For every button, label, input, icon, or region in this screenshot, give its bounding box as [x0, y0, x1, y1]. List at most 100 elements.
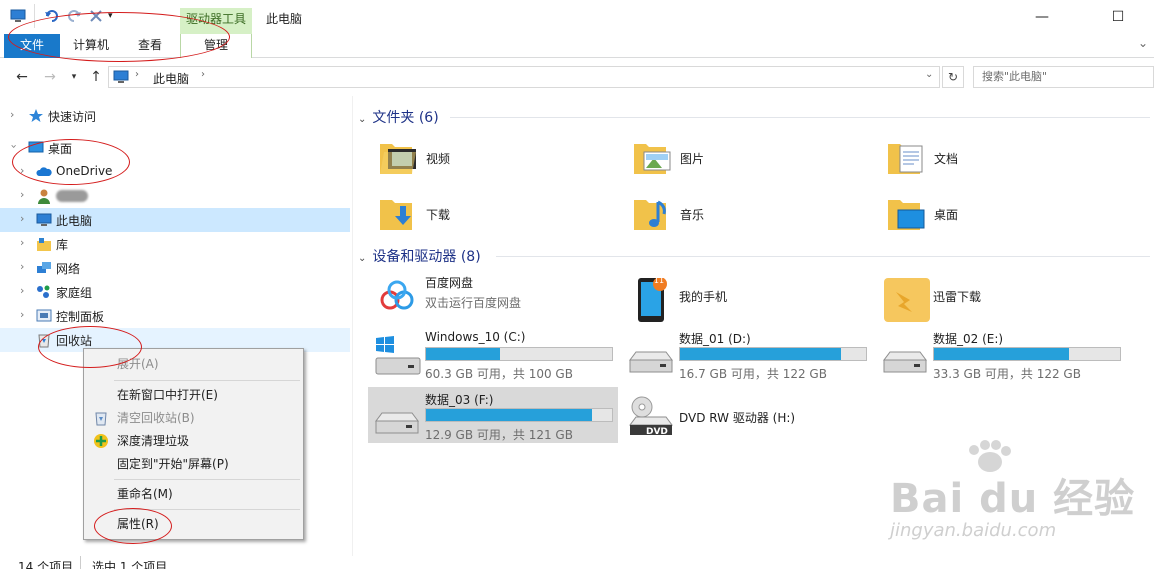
folder-item-downloads[interactable]: 下载	[372, 188, 612, 240]
folder-label: 下载	[426, 208, 451, 222]
folder-item-videos[interactable]: 视频	[372, 132, 612, 184]
tree-item-label: 快速访问	[48, 110, 97, 124]
drive-d[interactable]: 数据_01 (D:) 16.7 GB 可用，共 122 GB	[622, 326, 872, 382]
tree-item-user[interactable]: ›	[0, 184, 350, 208]
tree-item-label: 库	[56, 238, 69, 252]
item-count: 14 个项目	[18, 560, 74, 569]
folder-item-desktop[interactable]: 桌面	[880, 188, 1120, 240]
folders-group-header[interactable]: ⌄ 文件夹 (6)	[358, 107, 439, 127]
folder-item-pictures[interactable]: 图片	[626, 132, 866, 184]
menu-separator	[114, 380, 300, 381]
menu-item-label: 清空回收站(B)	[117, 411, 195, 425]
drive-name: DVD RW 驱动器 (H:)	[679, 411, 796, 425]
device-name: 我的手机	[679, 290, 728, 304]
menu-item-deep-clean[interactable]: 深度清理垃圾	[84, 430, 303, 452]
address-bar[interactable]: › 此电脑 › ⌄	[108, 66, 940, 88]
expand-chevron-icon[interactable]: ›	[20, 188, 24, 201]
breadcrumb-this-pc[interactable]: 此电脑	[153, 70, 189, 87]
group-divider	[450, 117, 1150, 118]
refresh-icon[interactable]: ↻	[942, 66, 964, 88]
device-thunder-download[interactable]: 迅雷下载	[876, 270, 1126, 326]
ribbon-expand-icon[interactable]: ⌄	[1138, 36, 1148, 50]
collapse-chevron-icon[interactable]: ⌄	[358, 253, 366, 264]
recent-locations-chevron-icon[interactable]: ▾	[64, 68, 84, 88]
maximize-button[interactable]: ☐	[1096, 4, 1140, 32]
menu-item-pin-start[interactable]: 固定到"开始"屏幕(P)	[84, 453, 303, 475]
search-input[interactable]: 搜索"此电脑"	[973, 66, 1154, 88]
expand-chevron-icon[interactable]: ›	[20, 212, 24, 225]
minimize-button[interactable]: —	[1020, 4, 1064, 32]
clean-icon	[93, 433, 109, 449]
folder-item-music[interactable]: 音乐	[626, 188, 866, 240]
devices-group-header[interactable]: ⌄ 设备和驱动器 (8)	[358, 246, 481, 266]
library-icon	[36, 236, 52, 252]
watermark-url: jingyan.baidu.com	[890, 520, 1057, 541]
address-dropdown-icon[interactable]: ⌄	[925, 69, 933, 80]
tree-item-label: 控制面板	[56, 310, 105, 324]
menu-separator	[114, 479, 300, 480]
tree-item-quick-access[interactable]: › 快速访问	[0, 104, 350, 128]
computer-icon[interactable]	[10, 8, 26, 24]
device-baidu-netdisk[interactable]: 百度网盘 双击运行百度网盘	[368, 270, 618, 326]
pane-divider[interactable]	[352, 96, 353, 556]
drive-name: 数据_02 (E:)	[933, 332, 1004, 346]
tree-item-network[interactable]: › 网络	[0, 256, 350, 280]
drive-name: 数据_01 (D:)	[679, 332, 751, 346]
folder-label: 图片	[680, 152, 705, 166]
desktop-folder-icon	[886, 192, 928, 234]
downloads-folder-icon	[378, 192, 420, 234]
tree-item-label: 此电脑	[56, 214, 93, 228]
drive-stats: 16.7 GB 可用，共 122 GB	[679, 367, 827, 381]
annotation-circle	[12, 139, 130, 185]
folder-item-documents[interactable]: 文档	[880, 132, 1120, 184]
tree-item-libraries[interactable]: › 库	[0, 232, 350, 256]
expand-chevron-icon[interactable]: ›	[20, 236, 24, 249]
thunder-folder-icon	[880, 278, 930, 322]
expand-chevron-icon[interactable]: ›	[20, 308, 24, 321]
computer-icon	[113, 69, 129, 88]
menu-item-rename[interactable]: 重命名(M)	[84, 483, 303, 505]
drive-c[interactable]: Windows_10 (C:) 60.3 GB 可用，共 100 GB	[368, 326, 618, 382]
drive-usage-fill	[680, 348, 841, 360]
menu-item-label: 深度清理垃圾	[117, 434, 190, 448]
tree-item-label: 网络	[56, 262, 81, 276]
device-name: 迅雷下载	[933, 290, 982, 304]
annotation-circle	[38, 326, 142, 368]
breadcrumb-separator-icon[interactable]: ›	[135, 69, 139, 80]
expand-chevron-icon[interactable]: ›	[10, 108, 14, 121]
expand-chevron-icon[interactable]: ›	[20, 284, 24, 297]
phone-icon	[626, 277, 676, 322]
tree-item-label: 家庭组	[56, 286, 93, 300]
user-icon	[36, 188, 52, 204]
up-arrow-icon[interactable]: ↑	[86, 68, 106, 88]
collapse-chevron-icon[interactable]: ⌄	[358, 114, 366, 125]
notification-badge: 11	[653, 276, 665, 285]
tree-item-this-pc[interactable]: › 此电脑	[0, 208, 350, 232]
menu-item-empty-recycle-bin[interactable]: 清空回收站(B)	[84, 407, 303, 429]
tree-item-control-panel[interactable]: › 控制面板	[0, 304, 350, 328]
forward-arrow-icon[interactable]: →	[40, 68, 60, 88]
drive-h-dvd[interactable]: DVD DVD RW 驱动器 (H:)	[622, 387, 872, 443]
folder-label: 文档	[934, 152, 959, 166]
expand-chevron-icon[interactable]: ›	[20, 260, 24, 273]
watermark-logo-text: Bai du 经验	[890, 476, 1136, 522]
device-my-phone[interactable]: 11 我的手机	[622, 270, 872, 326]
drive-icon	[880, 334, 930, 378]
drive-usage-fill	[426, 348, 500, 360]
drive-usage-bar	[425, 408, 613, 422]
annotation-circle	[8, 12, 230, 62]
back-arrow-icon[interactable]: ←	[12, 68, 32, 88]
drive-usage-bar	[933, 347, 1121, 361]
folder-label: 视频	[426, 152, 451, 166]
window-title: 此电脑	[266, 12, 303, 26]
breadcrumb-separator-icon[interactable]: ›	[201, 69, 205, 80]
drive-f[interactable]: 数据_03 (F:) 12.9 GB 可用，共 121 GB	[368, 387, 618, 443]
drive-name: 数据_03 (F:)	[425, 393, 494, 407]
network-icon	[36, 260, 52, 276]
drive-usage-fill	[934, 348, 1070, 360]
tree-item-homegroup[interactable]: › 家庭组	[0, 280, 350, 304]
menu-item-open-new-window[interactable]: 在新窗口中打开(E)	[84, 384, 303, 406]
drive-e[interactable]: 数据_02 (E:) 33.3 GB 可用，共 122 GB	[876, 326, 1126, 382]
status-separator	[80, 556, 81, 569]
collapse-chevron-icon[interactable]: ›	[8, 144, 21, 148]
